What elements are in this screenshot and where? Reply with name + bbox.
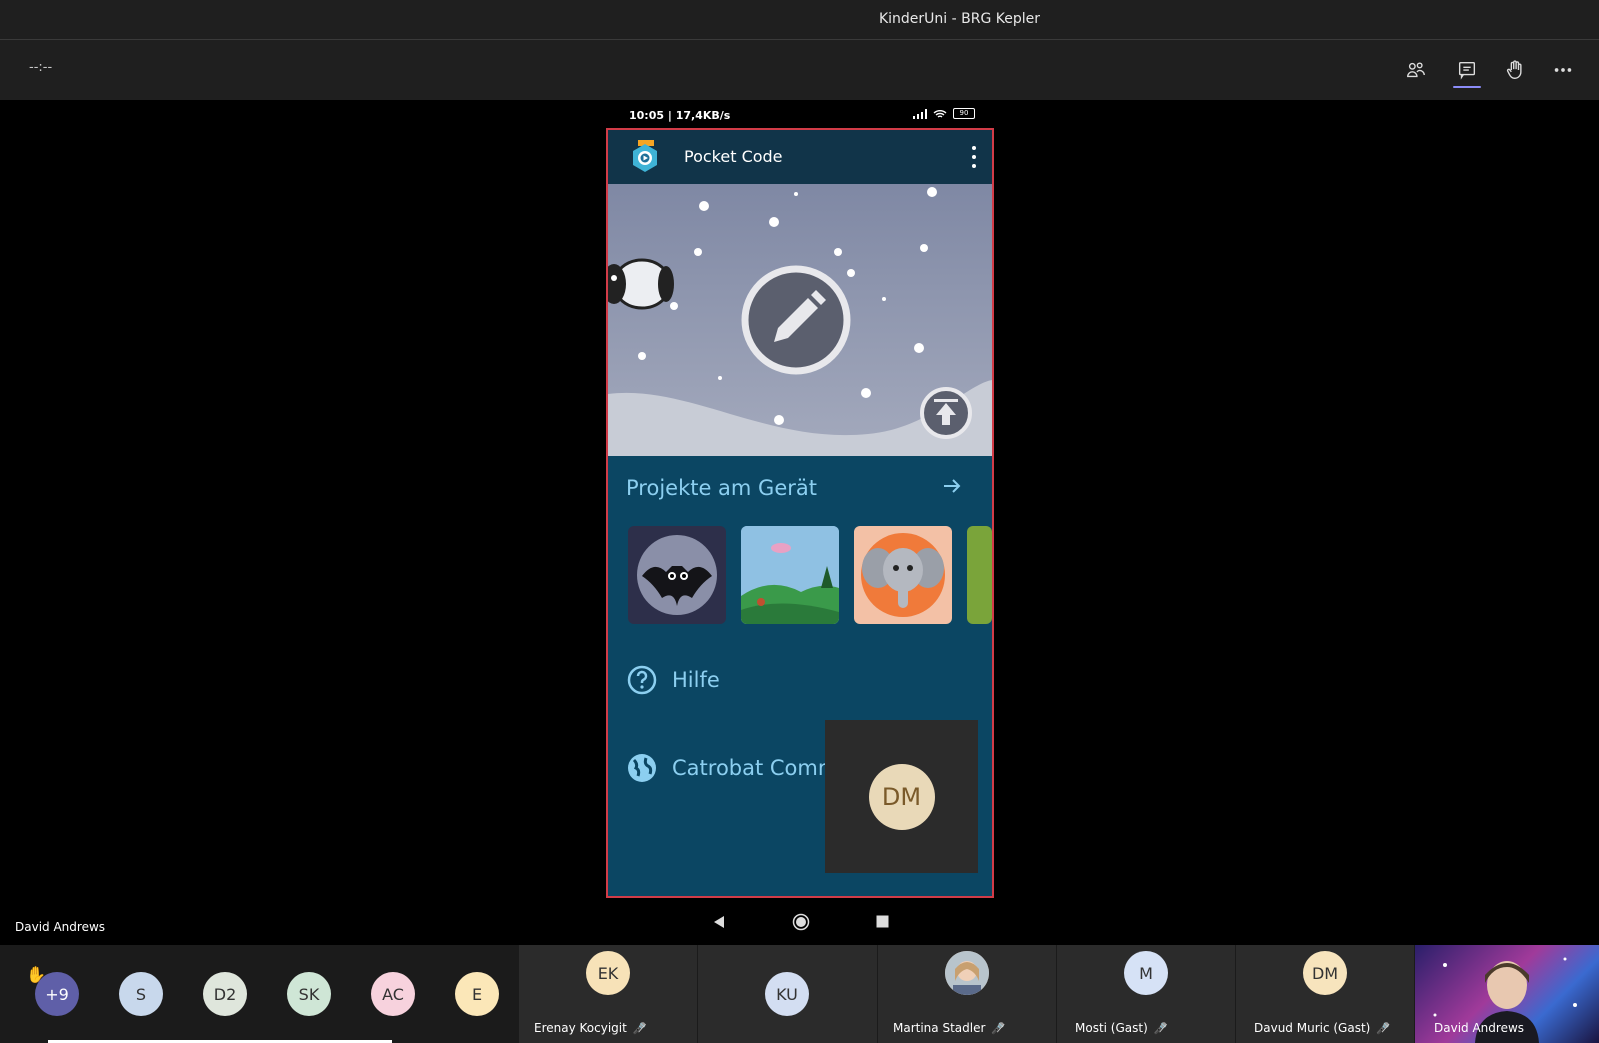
participants-button[interactable] [1398, 54, 1434, 86]
hero-banner[interactable] [608, 184, 992, 456]
raise-hand-button[interactable] [1497, 54, 1533, 86]
participant-name: Martina Stadler 🎤̸ [893, 1021, 1006, 1035]
pocket-code-logo [633, 140, 657, 172]
pocket-code-app: Pocket Code Projekte am Gerät Hilfe Catr… [606, 128, 994, 898]
community-label: Catrobat Comm [672, 756, 839, 780]
projects-section-title[interactable]: Projekte am Gerät [626, 476, 817, 500]
meeting-timer: --:-- [29, 60, 53, 75]
participant-avatar[interactable]: AC [371, 972, 415, 1016]
self-avatar: DM [868, 763, 935, 830]
phone-status-bar: 10:05 | 17,4KB/s 90 [605, 100, 995, 128]
status-text: 10:05 | 17,4KB/s [629, 109, 731, 122]
upload-icon [920, 387, 972, 439]
project-thumbnail[interactable] [628, 526, 726, 624]
self-video-preview[interactable]: DM [825, 720, 978, 873]
chat-button[interactable] [1449, 54, 1485, 88]
edit-pencil-icon [741, 265, 851, 375]
penguin-sprite [608, 258, 674, 310]
globe-icon [628, 754, 656, 782]
overflow-avatar[interactable]: +9 [35, 972, 79, 1016]
landscape-sprite [741, 526, 839, 624]
participant-avatar: EK [586, 951, 630, 995]
android-nav-bar [605, 898, 995, 945]
participant-tile[interactable]: EK Erenay Kocyigit 🎤̸ [519, 945, 697, 1043]
battery-icon: 90 [953, 108, 975, 119]
participant-avatar: DM [1303, 951, 1347, 995]
participants-strip: ✋ +9 S D2 SK AC E EK Erenay Kocyigit 🎤̸ K… [0, 945, 1599, 1043]
dot-icon [972, 146, 976, 150]
participant-avatar[interactable]: S [119, 972, 163, 1016]
participant-avatar[interactable]: E [455, 972, 499, 1016]
participant-avatar: KU [765, 972, 809, 1016]
participant-name: Mosti (Gast) 🎤̸ [1075, 1021, 1168, 1035]
window-title: KinderUni - BRG Kepler [878, 11, 1041, 27]
status-icons: 90 [913, 108, 975, 119]
participant-avatar: M [1124, 951, 1168, 995]
person-photo [945, 951, 989, 995]
phone-screen: 10:05 | 17,4KB/s 90 Pocket Code Projekte… [605, 100, 995, 945]
participant-tile[interactable]: KU [698, 945, 877, 1043]
app-title: Pocket Code [684, 147, 783, 166]
mic-off-icon: 🎤̸ [1153, 1021, 1168, 1035]
participant-photo [945, 951, 989, 995]
people-icon [1407, 62, 1425, 78]
more-icon [1554, 68, 1572, 72]
hand-icon [1506, 60, 1522, 79]
help-icon [627, 665, 657, 695]
mic-off-icon: 🎤̸ [632, 1021, 647, 1035]
participant-tile[interactable]: M Mosti (Gast) 🎤̸ [1057, 945, 1235, 1043]
elephant-sprite [861, 533, 945, 617]
recents-icon[interactable] [876, 915, 889, 928]
project-thumbnail[interactable] [967, 526, 992, 624]
presenter-name: David Andrews [15, 920, 106, 934]
participant-tile[interactable]: DM Davud Muric (Gast) 🎤̸ [1236, 945, 1414, 1043]
participant-name: Davud Muric (Gast) 🎤̸ [1254, 1021, 1391, 1035]
community-item[interactable]: Catrobat Comm [626, 752, 838, 784]
mic-off-icon: 🎤̸ [1376, 1021, 1391, 1035]
participant-name: David Andrews [1434, 1021, 1525, 1035]
participant-name: Erenay Kocyigit 🎤̸ [534, 1021, 647, 1035]
help-label: Hilfe [672, 668, 720, 692]
arrow-right-icon[interactable] [942, 476, 962, 496]
app-bar: Pocket Code [608, 130, 992, 184]
dot-icon [972, 164, 976, 168]
mic-off-icon: 🎤̸ [991, 1021, 1006, 1035]
participant-video-tile[interactable]: David Andrews [1415, 945, 1599, 1043]
meeting-toolbar: --:-- [0, 40, 1599, 100]
help-item[interactable]: Hilfe [626, 664, 720, 696]
participant-avatar[interactable]: D2 [203, 972, 247, 1016]
project-thumbnail[interactable] [854, 526, 952, 624]
wifi-icon [933, 109, 947, 118]
signal-icon [913, 108, 927, 119]
more-actions-button[interactable] [1545, 54, 1581, 86]
chat-icon [1458, 61, 1476, 80]
home-icon[interactable] [792, 913, 810, 931]
bat-sprite [637, 535, 717, 615]
dot-icon [972, 155, 976, 159]
participant-avatar[interactable]: SK [287, 972, 331, 1016]
participant-tile[interactable]: Martina Stadler 🎤̸ [878, 945, 1056, 1043]
project-thumbnail[interactable] [741, 526, 839, 624]
title-bar: KinderUni - BRG Kepler [0, 0, 1599, 40]
back-icon[interactable] [712, 915, 726, 929]
snow-scene [608, 187, 992, 456]
overflow-menu-button[interactable] [970, 146, 978, 168]
